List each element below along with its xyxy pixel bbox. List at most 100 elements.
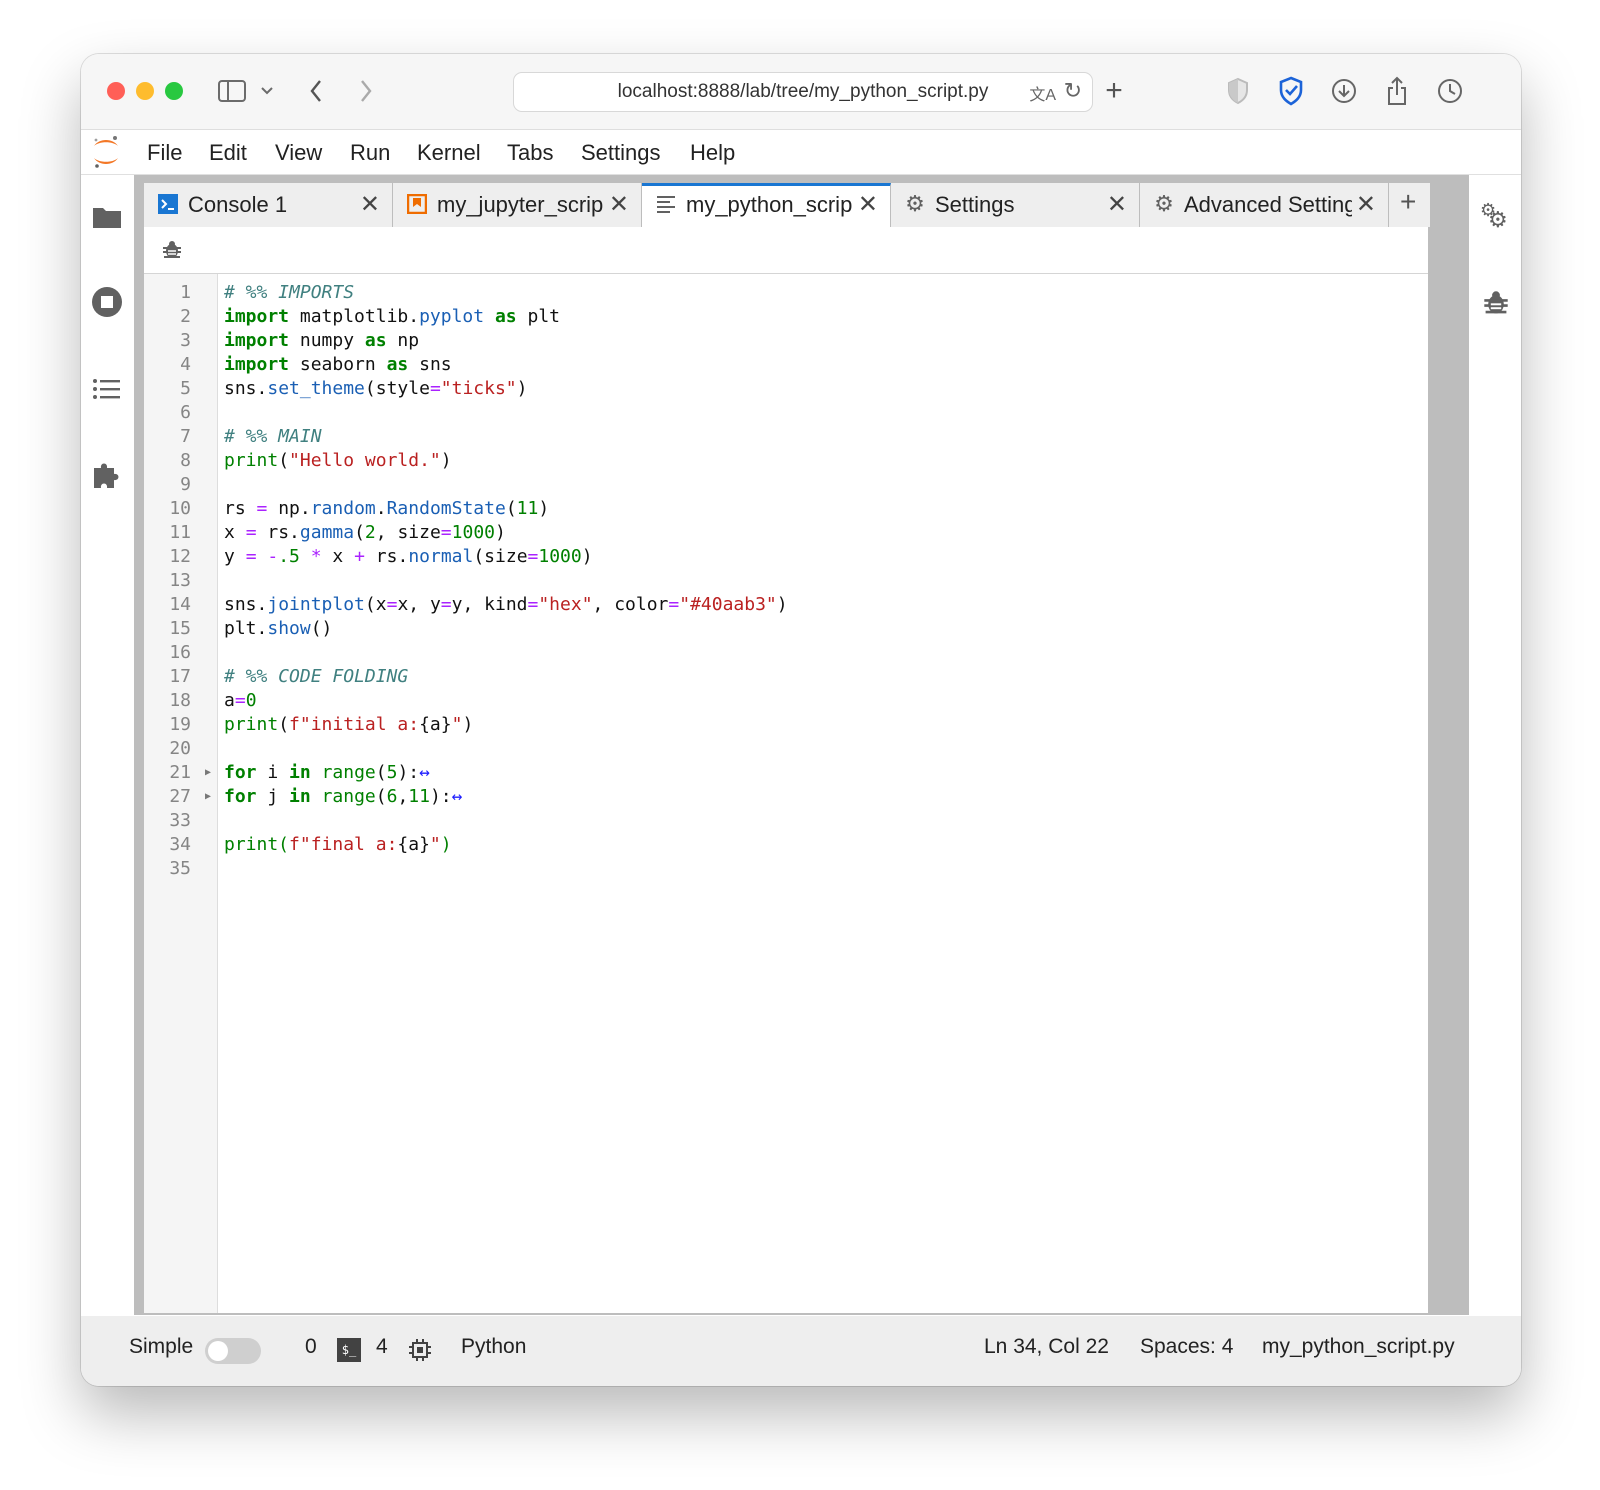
address-bar[interactable]: localhost:8888/lab/tree/my_python_script… [513, 72, 1093, 112]
code-text: print(f"final a:{a}") [224, 833, 452, 857]
code-token: as [494, 306, 517, 327]
code-token: ( [278, 714, 290, 735]
close-icon[interactable]: ✕ [858, 190, 878, 219]
shield-icon[interactable] [1221, 74, 1255, 108]
code-line[interactable]: 9 [144, 473, 1428, 497]
forward-icon[interactable] [353, 74, 379, 108]
debugger-icon[interactable] [1483, 290, 1509, 321]
chevron-down-icon[interactable] [257, 74, 277, 108]
code-text: y = -.5 * x + rs.normal(size=1000) [224, 545, 593, 569]
extension-manager-icon[interactable] [92, 458, 122, 495]
menu-tabs[interactable]: Tabs [507, 140, 553, 166]
code-line[interactable]: 15 plt.show() [144, 617, 1428, 641]
code-line[interactable]: 5 sns.set_theme(style="ticks") [144, 377, 1428, 401]
cursor-position[interactable]: Ln 34, Col 22 [984, 1335, 1109, 1359]
code-text: for i in range(5):↔ [224, 761, 430, 785]
code-line[interactable]: 34 print(f"final a:{a}") [144, 833, 1428, 857]
menu-settings[interactable]: Settings [581, 140, 661, 166]
folded-code-ellipsis[interactable]: ↔ [452, 786, 463, 807]
code-token: 6 [386, 786, 398, 807]
terminal-count[interactable]: 0 [305, 1335, 317, 1359]
back-icon[interactable] [303, 74, 329, 108]
code-text: sns.jointplot(x=x, y=y, kind="hex", colo… [224, 593, 788, 617]
history-icon[interactable] [1433, 74, 1467, 108]
code-token: rs [224, 498, 257, 519]
code-line[interactable]: 27 ▶ for j in range(6,11):↔ [144, 785, 1428, 809]
code-line[interactable]: 14 sns.jointplot(x=x, y=y, kind="hex", co… [144, 593, 1428, 617]
debugger-icon[interactable] [162, 240, 182, 265]
code-line[interactable]: 21 ▶ for i in range(5):↔ [144, 761, 1428, 785]
tab-settings[interactable]: ⚙ Settings ✕ [891, 183, 1140, 227]
fold-marker-icon[interactable]: ▶ [205, 785, 211, 809]
simple-mode-toggle[interactable] [205, 1338, 261, 1364]
code-text: print("Hello world.") [224, 449, 452, 473]
kernel-name[interactable]: Python [461, 1335, 526, 1359]
code-line[interactable]: 17 # %% CODE FOLDING [144, 665, 1428, 689]
minimize-window-button[interactable] [136, 82, 154, 100]
code-line[interactable]: 19 print(f"initial a:{a}") [144, 713, 1428, 737]
code-line[interactable]: 2 import matplotlib.pyplot as plt [144, 305, 1428, 329]
share-icon[interactable] [1380, 74, 1414, 108]
kernel-count[interactable]: 4 [376, 1335, 388, 1359]
folded-code-ellipsis[interactable]: ↔ [419, 762, 430, 783]
table-of-contents-icon[interactable] [92, 377, 122, 406]
close-icon[interactable]: ✕ [1356, 190, 1376, 219]
tab-advanced-settings[interactable]: ⚙ Advanced Setting ✕ [1140, 183, 1389, 227]
code-line[interactable]: 13 [144, 569, 1428, 593]
fold-marker-icon[interactable]: ▶ [205, 761, 211, 785]
password-shield-icon[interactable] [1274, 74, 1308, 108]
code-line[interactable]: 20 [144, 737, 1428, 761]
add-tab-button[interactable]: + [1389, 183, 1431, 227]
code-token: = [429, 378, 441, 399]
new-tab-icon[interactable]: + [1099, 74, 1129, 108]
indentation-setting[interactable]: Spaces: 4 [1140, 1335, 1233, 1359]
text-file-icon [656, 194, 676, 214]
code-token: = [440, 594, 452, 615]
tab-console-1[interactable]: Console 1 ✕ [144, 183, 393, 227]
gear-icon: ⚙ [1154, 191, 1174, 216]
close-icon[interactable]: ✕ [609, 190, 629, 219]
sidebar-toggle-icon[interactable] [215, 74, 249, 108]
tab-my-jupyter-script[interactable]: my_jupyter_scrip ✕ [393, 183, 642, 227]
line-number: 7 [180, 426, 191, 447]
code-line[interactable]: 18 a=0 [144, 689, 1428, 713]
code-editor[interactable]: 1 # %% IMPORTS 2 import matplotlib.pyplot a… [144, 281, 1428, 881]
close-window-button[interactable] [107, 82, 125, 100]
code-line[interactable]: 35 [144, 857, 1428, 881]
code-token: " [429, 834, 441, 855]
menu-kernel[interactable]: Kernel [417, 140, 481, 166]
code-line[interactable]: 12 y = -.5 * x + rs.normal(size=1000) [144, 545, 1428, 569]
code-line[interactable]: 1 # %% IMPORTS [144, 281, 1428, 305]
code-line[interactable]: 33 [144, 809, 1428, 833]
tab-my-python-script[interactable]: my_python_scrip ✕ [642, 183, 891, 227]
translate-icon[interactable]: 文A [1029, 81, 1056, 105]
code-line[interactable]: 4 import seaborn as sns [144, 353, 1428, 377]
code-line[interactable]: 11 x = rs.gamma(2, size=1000) [144, 521, 1428, 545]
code-line[interactable]: 7 # %% MAIN [144, 425, 1428, 449]
running-sessions-icon[interactable] [91, 286, 123, 323]
code-line[interactable]: 3 import numpy as np [144, 329, 1428, 353]
code-line[interactable]: 8 print("Hello world.") [144, 449, 1428, 473]
code-token: for [224, 786, 257, 807]
code-line[interactable]: 16 [144, 641, 1428, 665]
menu-file[interactable]: File [147, 140, 182, 166]
download-icon[interactable] [1327, 74, 1361, 108]
close-icon[interactable]: ✕ [1107, 190, 1127, 219]
zoom-window-button[interactable] [165, 82, 183, 100]
tab-label: my_python_scrip [686, 192, 853, 217]
menu-help[interactable]: Help [690, 140, 735, 166]
menu-run[interactable]: Run [350, 140, 390, 166]
file-browser-icon[interactable] [92, 205, 122, 234]
menu-view[interactable]: View [275, 140, 322, 166]
code-line[interactable]: 10 rs = np.random.RandomState(11) [144, 497, 1428, 521]
menu-edit[interactable]: Edit [209, 140, 247, 166]
code-text: import seaborn as sns [224, 353, 452, 377]
reload-icon[interactable]: ↻ [1064, 78, 1082, 104]
line-number: 1 [180, 282, 191, 303]
toggle-knob [208, 1341, 228, 1361]
code-token: = [527, 594, 539, 615]
close-icon[interactable]: ✕ [360, 190, 380, 219]
code-line[interactable]: 6 [144, 401, 1428, 425]
line-number: 27 [169, 786, 191, 807]
